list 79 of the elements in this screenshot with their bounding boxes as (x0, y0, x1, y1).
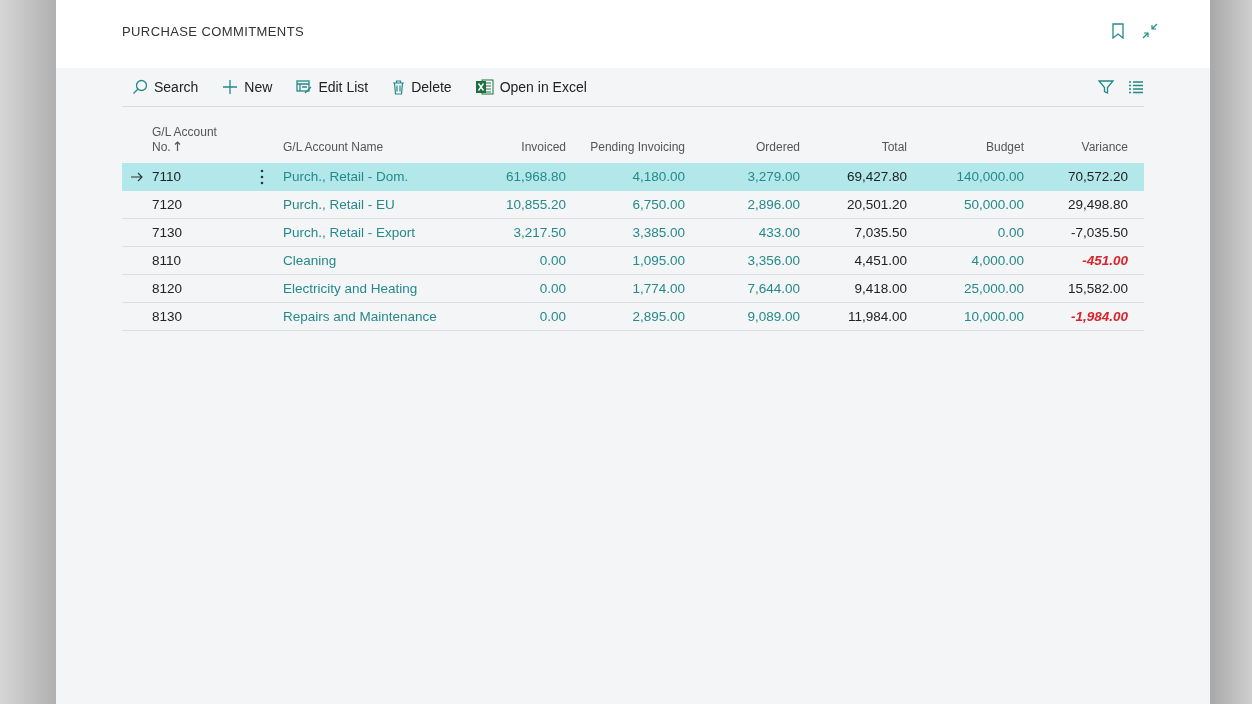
table-link[interactable]: 3,217.50 (513, 225, 566, 240)
table-row[interactable]: 8110 Cleaning 0.00 1,095.00 3,356.00 4,451.00 4,000.00 -451.00 (122, 247, 1144, 275)
table-link[interactable]: 10,855.20 (505, 197, 566, 212)
plus-icon (222, 79, 239, 95)
table-link[interactable]: 3,356.00 (747, 253, 800, 268)
page-title: PURCHASE COMMITMENTS (122, 23, 305, 41)
table-link[interactable]: 0.00 (539, 309, 566, 324)
table-cell: 20,501.20 (846, 197, 907, 212)
table-link[interactable]: 10,000.00 (963, 309, 1024, 324)
table-cell: 7110 (152, 169, 182, 184)
table-cell: 4,451.00 (854, 253, 907, 268)
column-header[interactable]: Ordered (755, 140, 800, 155)
column-header[interactable]: Budget (985, 140, 1024, 155)
table-row[interactable]: 7110 Purch., Retail - Dom. 61,968.80 4,180.00 3,279.00 69,427.80 140,000.00 70,572.20 (122, 163, 1144, 191)
column-header[interactable]: Variance (1081, 140, 1128, 155)
table-cell: 29,498.80 (1067, 197, 1128, 212)
table-cell: 8120 (152, 281, 183, 296)
table-link[interactable]: Purch., Retail - EU (283, 197, 395, 212)
table-cell: -7,035.50 (1070, 225, 1128, 240)
table-cell: 8110 (152, 253, 182, 268)
table-row[interactable]: 7130 Purch., Retail - Export 3,217.50 3,385.00 433.00 7,035.50 0.00 -7,035.50 (122, 219, 1144, 247)
table-cell: 7,035.50 (854, 225, 907, 240)
table-link[interactable]: 3,279.00 (747, 169, 800, 184)
table-link[interactable]: 0.00 (539, 281, 566, 296)
table-link[interactable]: 433.00 (758, 225, 800, 240)
toolbar-button[interactable]: Delete (392, 79, 452, 95)
bookmark-icon[interactable] (1112, 23, 1124, 39)
toolbar-button[interactable]: Open in Excel (475, 79, 587, 95)
column-header[interactable]: Pending Invoicing (590, 140, 685, 155)
table-link[interactable]: 4,000.00 (971, 253, 1024, 268)
table-link[interactable]: Purch., Retail - Export (283, 225, 416, 240)
table-link[interactable]: 25,000.00 (963, 281, 1024, 296)
table-row[interactable]: 8120 Electricity and Heating 0.00 1,774.00 7,644.00 9,418.00 25,000.00 15,582.00 (122, 275, 1144, 303)
table-link[interactable]: 1,774.00 (632, 281, 685, 296)
toolbar-button[interactable]: Search (132, 79, 199, 95)
table-link[interactable]: Purch., Retail - Dom. (283, 169, 409, 184)
toolbar-button[interactable]: Edit List (296, 79, 369, 95)
table-cell: 70,572.20 (1067, 169, 1128, 184)
table-link[interactable]: Electricity and Heating (283, 281, 418, 296)
list-icon[interactable] (1128, 80, 1144, 94)
table-cell: 11,984.00 (847, 309, 907, 324)
table-link[interactable]: 61,968.80 (505, 169, 566, 184)
collapse-icon[interactable] (1142, 23, 1158, 39)
search-icon (132, 79, 148, 95)
column-header[interactable]: G/L Account Name (283, 140, 384, 155)
table-row[interactable]: 8130 Repairs and Maintenance 0.00 2,895.00 9,089.00 11,984.00 10,000.00 -1,984.00 (122, 303, 1144, 331)
table-cell: 69,427.80 (846, 169, 907, 184)
table-link[interactable]: 1,095.00 (632, 253, 685, 268)
table-link[interactable]: 2,895.00 (632, 309, 685, 324)
table-cell: 9,418.00 (854, 281, 907, 296)
table-cell: 7120 (152, 197, 183, 212)
excel-icon (475, 79, 494, 95)
table-link[interactable]: 0.00 (997, 225, 1024, 240)
table-link[interactable]: 50,000.00 (963, 197, 1024, 212)
more-icon[interactable] (260, 168, 264, 185)
column-header[interactable]: Total (881, 140, 907, 155)
edit-list-icon (296, 80, 313, 94)
column-header[interactable]: G/L Account No. (152, 125, 232, 155)
table-link[interactable]: 6,750.00 (632, 197, 685, 212)
table-link[interactable]: 140,000.00 (956, 169, 1024, 184)
table-link[interactable]: 7,644.00 (747, 281, 800, 296)
table-link[interactable]: 0.00 (539, 253, 566, 268)
table-row[interactable]: 7120 Purch., Retail - EU 10,855.20 6,750.00 2,896.00 20,501.20 50,000.00 29,498.80 (122, 191, 1144, 219)
table-cell: 7130 (152, 225, 183, 240)
trash-icon (392, 79, 406, 95)
table-link[interactable]: 4,180.00 (632, 169, 685, 184)
table-cell: -451.00 (1082, 253, 1128, 268)
table-link[interactable]: 2,896.00 (747, 197, 800, 212)
table-cell: -1,984.00 (1070, 309, 1128, 324)
table-cell: 8130 (152, 309, 183, 324)
filter-icon[interactable] (1098, 79, 1114, 95)
table-link[interactable]: Repairs and Maintenance (283, 309, 437, 324)
table-link[interactable]: 3,385.00 (632, 225, 685, 240)
table-link[interactable]: Cleaning (283, 253, 337, 268)
column-header[interactable]: Invoiced (521, 140, 566, 155)
toolbar-button[interactable]: New (222, 79, 273, 95)
table-link[interactable]: 9,089.00 (747, 309, 800, 324)
table-cell: 15,582.00 (1067, 281, 1128, 296)
arrow-right-icon (131, 171, 143, 182)
